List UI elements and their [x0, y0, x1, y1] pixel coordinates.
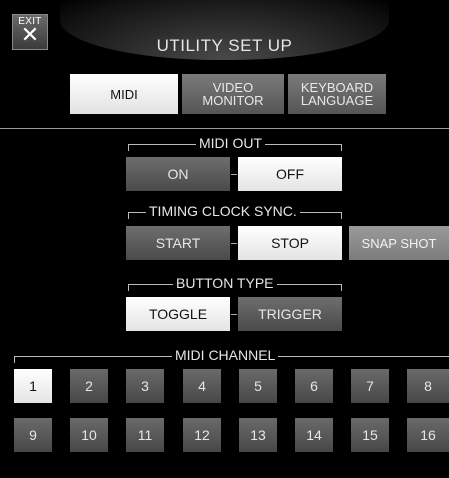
- midi-out-off-button[interactable]: OFF: [238, 157, 342, 191]
- midi-channel-6-button[interactable]: 6: [295, 369, 333, 403]
- timing-connector: [231, 243, 237, 244]
- midi-channel-10-button[interactable]: 10: [70, 418, 108, 452]
- midi-channel-14-button[interactable]: 14: [295, 418, 333, 452]
- midi-channel-7-button[interactable]: 7: [351, 369, 389, 403]
- midi-channel-9-button[interactable]: 9: [14, 418, 52, 452]
- midi-channel-5-button[interactable]: 5: [239, 369, 277, 403]
- tab-keyboard-language[interactable]: KEYBOARD LANGUAGE: [288, 74, 386, 114]
- tab-midi[interactable]: MIDI: [70, 74, 178, 114]
- button-type-connector: [231, 314, 237, 315]
- section-divider: [0, 128, 449, 129]
- midi-channel-3-button[interactable]: 3: [126, 369, 164, 403]
- timing-clock-sync-label: TIMING CLOCK SYNC.: [146, 203, 300, 219]
- midi-channel-15-button[interactable]: 15: [351, 418, 389, 452]
- button-type-label: BUTTON TYPE: [173, 275, 277, 291]
- midi-channel-label: MIDI CHANNEL: [172, 347, 279, 363]
- page-title: UTILITY SET UP: [156, 36, 293, 55]
- midi-channel-1-button[interactable]: 1: [14, 369, 52, 403]
- midi-channel-16-button[interactable]: 16: [407, 418, 449, 452]
- button-type-toggle-button[interactable]: TOGGLE: [126, 297, 230, 331]
- snap-shot-button[interactable]: SNAP SHOT: [349, 226, 449, 260]
- tab-video-monitor[interactable]: VIDEO MONITOR: [182, 74, 284, 114]
- midi-channel-11-button[interactable]: 11: [126, 418, 164, 452]
- midi-channel-12-button[interactable]: 12: [183, 418, 221, 452]
- button-type-trigger-button[interactable]: TRIGGER: [238, 297, 342, 331]
- midi-out-connector: [231, 174, 237, 175]
- midi-channel-4-button[interactable]: 4: [183, 369, 221, 403]
- midi-channel-2-button[interactable]: 2: [70, 369, 108, 403]
- midi-channel-8-button[interactable]: 8: [407, 369, 449, 403]
- midi-out-label: MIDI OUT: [196, 135, 265, 151]
- midi-channel-13-button[interactable]: 13: [239, 418, 277, 452]
- midi-out-on-button[interactable]: ON: [126, 157, 230, 191]
- timing-stop-button[interactable]: STOP: [238, 226, 342, 260]
- timing-start-button[interactable]: START: [126, 226, 230, 260]
